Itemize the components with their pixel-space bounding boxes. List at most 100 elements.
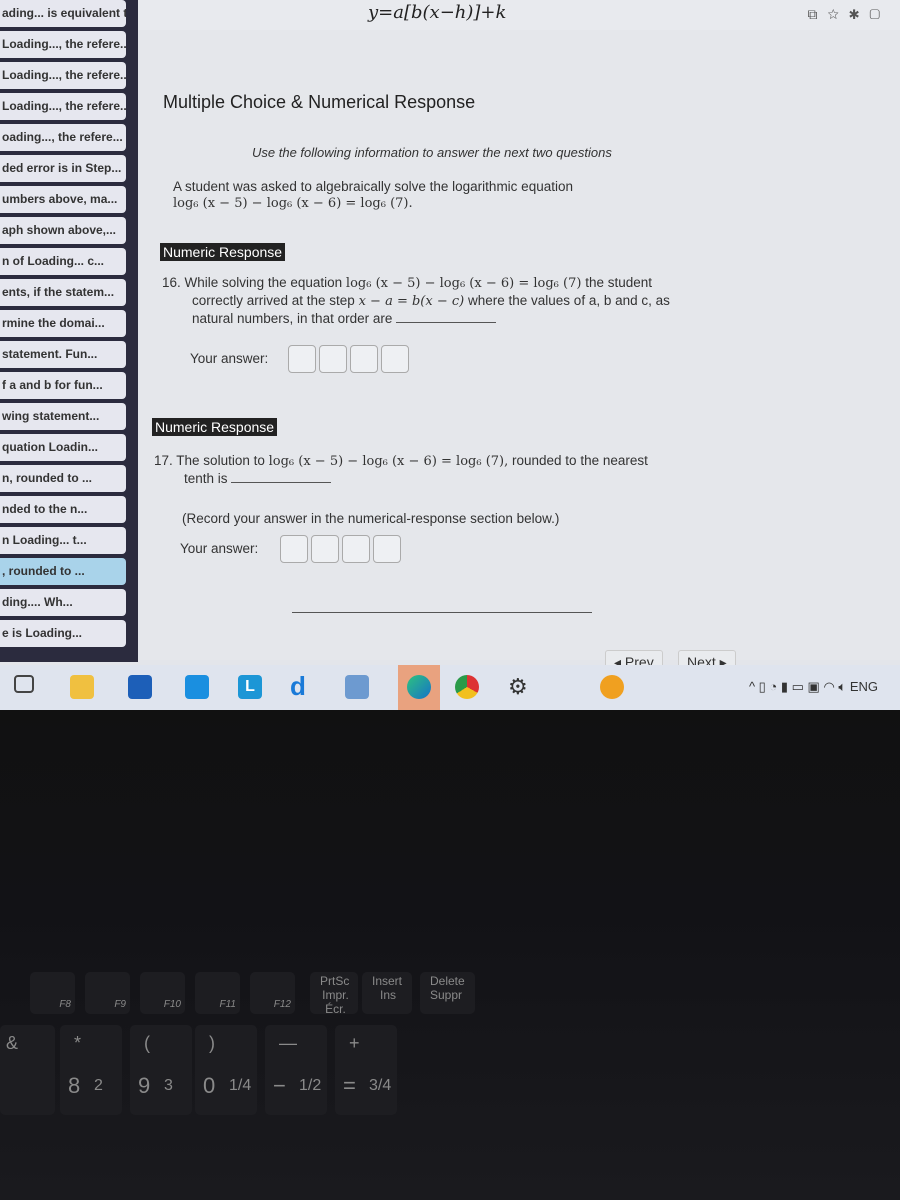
- question-sidebar: ading... is equivalent to Loading..., the…: [0, 0, 138, 662]
- sidebar-question-item[interactable]: n Loading... t...: [0, 527, 126, 554]
- language-indicator[interactable]: ENG: [850, 679, 878, 694]
- number-key[interactable]: — −1/2: [265, 1025, 327, 1115]
- q-text: natural numbers, in that order are: [192, 311, 393, 326]
- sidebar-question-item[interactable]: e is Loading...: [0, 620, 126, 647]
- l-app-icon[interactable]: L: [238, 675, 262, 699]
- function-key[interactable]: F10: [140, 972, 185, 1014]
- intro-text: A student was asked to algebraically sol…: [173, 179, 573, 194]
- key-label: PrtSc: [320, 974, 350, 988]
- sidebar-question-item[interactable]: ents, if the statem...: [0, 279, 126, 306]
- sidebar-question-item[interactable]: statement. Fun...: [0, 341, 126, 368]
- ampersand-key[interactable]: &: [0, 1025, 55, 1115]
- q-step: x − a = b(x − c): [358, 294, 465, 309]
- intro: A student was asked to algebraically sol…: [173, 178, 573, 212]
- sidebar-question-item[interactable]: Loading..., the refere...: [0, 93, 126, 120]
- chrome-icon[interactable]: [455, 675, 479, 699]
- function-key[interactable]: F9: [85, 972, 130, 1014]
- key-label: Delete: [430, 974, 465, 988]
- question-16: 16. While solving the equation log₆ (x −…: [162, 274, 722, 327]
- answer-label: Your answer:: [190, 351, 269, 366]
- task-view-icon[interactable]: [14, 675, 34, 693]
- answer-17-input[interactable]: [280, 535, 401, 563]
- question-17: 17. The solution to log₆ (x − 5) − log₆ …: [154, 452, 734, 487]
- sidebar-question-item[interactable]: f a and b for fun...: [0, 372, 126, 399]
- divider: [292, 612, 592, 613]
- info-text: Use the following information to answer …: [252, 145, 612, 160]
- sidebar-question-item[interactable]: ding.... Wh...: [0, 589, 126, 616]
- digit-box[interactable]: [381, 345, 409, 373]
- function-key[interactable]: F12: [250, 972, 295, 1014]
- d-app-icon[interactable]: d: [290, 673, 314, 699]
- mail-icon[interactable]: [185, 675, 209, 699]
- function-key[interactable]: F11: [195, 972, 240, 1014]
- weather-icon[interactable]: [600, 675, 624, 699]
- digit-box[interactable]: [311, 535, 339, 563]
- record-note: (Record your answer in the numerical-res…: [182, 511, 560, 526]
- system-tray[interactable]: ^ ▯ ◔ ▮ ▭ ▣ ◠ 🔈︎ ENG: [749, 679, 878, 695]
- sidebar-question-item[interactable]: Loading..., the refere...: [0, 31, 126, 58]
- page-title: Multiple Choice & Numerical Response: [163, 92, 476, 112]
- key-label: F9: [114, 999, 126, 1010]
- number-key[interactable]: * 8 2: [60, 1025, 122, 1115]
- file-explorer-icon[interactable]: [70, 675, 94, 699]
- q-text: While solving the equation: [184, 275, 343, 290]
- function-key[interactable]: F8: [30, 972, 75, 1014]
- number-key[interactable]: ) 0 1/4: [195, 1025, 257, 1115]
- key-label: 3/4: [369, 1077, 392, 1094]
- edge-icon: [407, 675, 431, 699]
- key-label: F8: [59, 999, 71, 1010]
- sidebar-question-item[interactable]: aph shown above,...: [0, 217, 126, 244]
- edge-highlight[interactable]: [398, 665, 440, 710]
- taskbar: L d ⚙ ^ ▯ ◔ ▮ ▭ ▣ ◠ 🔈︎ ENG: [0, 665, 900, 710]
- numeric-response-badge: Numeric Response: [152, 418, 278, 436]
- store-icon[interactable]: [128, 675, 152, 699]
- sidebar-question-item[interactable]: umbers above, ma...: [0, 186, 126, 213]
- sidebar-question-item[interactable]: Loading..., the refere...: [0, 62, 126, 89]
- sidebar-question-item[interactable]: n, rounded to ...: [0, 465, 126, 492]
- key-label: 0: [203, 1073, 216, 1098]
- q-number: 16.: [162, 275, 181, 290]
- top-formula: y=a[b(x−h)]+k: [368, 2, 507, 23]
- sidebar-question-item[interactable]: , rounded to ...: [0, 558, 126, 585]
- number-key[interactable]: + = 3/4: [335, 1025, 397, 1115]
- sidebar-question-item[interactable]: ded error is in Step...: [0, 155, 126, 182]
- number-key[interactable]: (9 3: [130, 1025, 192, 1115]
- digit-box[interactable]: [373, 535, 401, 563]
- question-panel: Multiple Choice & Numerical Response Use…: [140, 30, 900, 675]
- sidebar-question-item[interactable]: n of Loading... c...: [0, 248, 126, 275]
- sidebar-question-item[interactable]: nded to the n...: [0, 496, 126, 523]
- digit-box[interactable]: [342, 535, 370, 563]
- digit-box[interactable]: [288, 345, 316, 373]
- delete-key[interactable]: Delete Suppr: [420, 972, 475, 1014]
- browser-icons[interactable]: ⧉☆✱▢: [808, 6, 891, 23]
- q-text: rounded to the nearest: [512, 453, 648, 468]
- sidebar-question-item[interactable]: ading... is equivalent to: [0, 0, 126, 27]
- key-label: =: [343, 1073, 356, 1098]
- q-text: tenth is: [184, 471, 228, 486]
- intro-equation: log₆ (x − 5) − log₆ (x − 6) = log₆ (7).: [173, 196, 413, 211]
- key-label: Impr. Écr.: [322, 988, 349, 1016]
- key-label: ): [209, 1033, 215, 1053]
- insert-key[interactable]: Insert Ins: [362, 972, 412, 1014]
- top-bar: y=a[b(x−h)]+k ⧉☆✱▢: [138, 0, 900, 30]
- key-label: —: [279, 1033, 297, 1053]
- settings-icon[interactable]: ⚙: [508, 675, 532, 699]
- key-label: Ins: [380, 988, 397, 1002]
- q-text: The solution to: [176, 453, 265, 468]
- sidebar-question-item[interactable]: rmine the domai...: [0, 310, 126, 337]
- digit-box[interactable]: [350, 345, 378, 373]
- digit-box[interactable]: [280, 535, 308, 563]
- sidebar-question-item[interactable]: oading..., the refere...: [0, 124, 126, 151]
- key-label: *: [74, 1033, 82, 1053]
- q-text: the student: [585, 275, 652, 290]
- answer-blank: [231, 482, 332, 483]
- answer-label: Your answer:: [180, 541, 259, 556]
- sidebar-question-item[interactable]: wing statement...: [0, 403, 126, 430]
- answer-16-input[interactable]: [288, 345, 409, 373]
- sidebar-question-item[interactable]: quation Loadin...: [0, 434, 126, 461]
- digit-box[interactable]: [319, 345, 347, 373]
- key-label: 1/4: [229, 1077, 252, 1094]
- prtsc-key[interactable]: PrtSc Impr. Écr.: [310, 972, 358, 1016]
- notepad-icon[interactable]: [345, 675, 369, 699]
- q-equation: log₆ (x − 5) − log₆ (x − 6) = log₆ (7): [345, 276, 582, 291]
